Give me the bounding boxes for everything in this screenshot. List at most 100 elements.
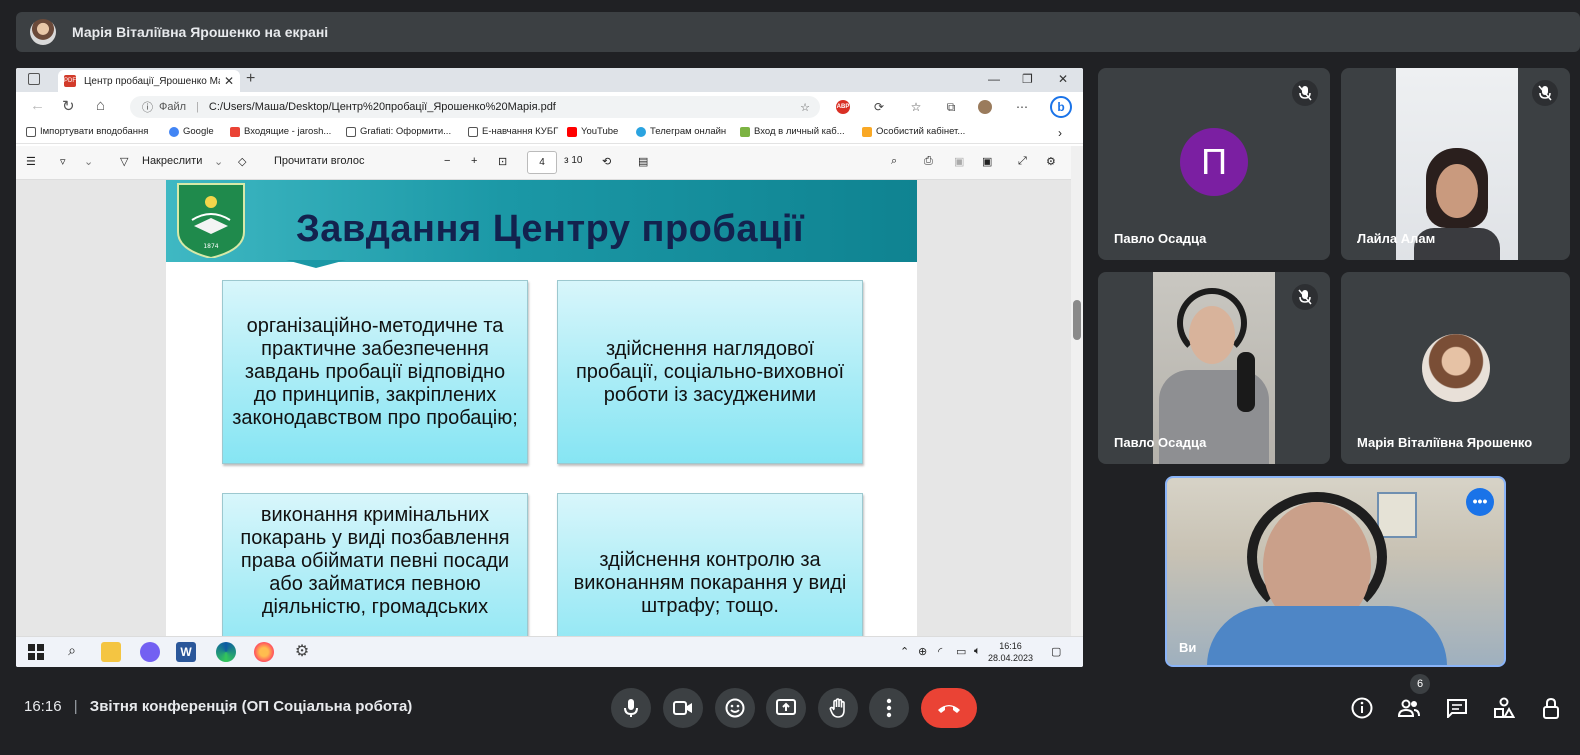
chevron-down-icon[interactable]: ⌄: [214, 155, 223, 168]
bookmark-grafiati[interactable]: Grafiati: Оформити...: [346, 126, 451, 137]
participant-tile[interactable]: Павло Осадца: [1098, 272, 1330, 464]
bookmark-import[interactable]: Імпортувати вподобання: [26, 126, 148, 137]
favorite-star-icon[interactable]: ☆: [800, 101, 810, 114]
host-controls-button[interactable]: [1540, 696, 1564, 720]
participant-tile[interactable]: Лайла Алам: [1341, 68, 1570, 260]
meeting-info: 16:16 | Звітня конференція (ОП Соціальна…: [24, 698, 412, 715]
adblock-icon[interactable]: ABP: [836, 100, 850, 114]
bookmark-personal-cabinet[interactable]: Особистий кабінет...: [862, 126, 965, 137]
url-separator: |: [196, 101, 199, 113]
bing-icon[interactable]: b: [1050, 96, 1072, 118]
highlight-icon[interactable]: ▿: [60, 155, 66, 168]
tray-app-icon[interactable]: ⊕: [918, 645, 927, 658]
fullscreen-icon[interactable]: ⤢: [1018, 155, 1027, 168]
fit-page-icon[interactable]: ⊡: [498, 155, 507, 168]
pdf-viewer[interactable]: 1874 Завдання Центру пробації організаці…: [16, 180, 1071, 636]
close-window-icon[interactable]: ✕: [1058, 72, 1068, 86]
page-number-input[interactable]: 4: [527, 151, 557, 174]
info-icon: [1351, 697, 1373, 719]
task-box-3: виконання кримінальних покарань у виді п…: [222, 493, 528, 636]
print-icon[interactable]: ⎙: [924, 155, 933, 168]
back-icon[interactable]: ←: [30, 97, 45, 114]
search-icon[interactable]: ⌕: [891, 155, 897, 168]
participant-tile[interactable]: Марія Віталіївна Ярошенко: [1341, 272, 1570, 464]
draw-button[interactable]: Накреслити: [142, 155, 202, 167]
home-icon[interactable]: ⌂: [96, 97, 105, 114]
more-options-button[interactable]: [869, 688, 909, 728]
refresh-icon[interactable]: ↻: [62, 97, 75, 115]
volume-icon[interactable]: 🔈︎: [974, 645, 981, 658]
zoom-in-icon[interactable]: +: [471, 155, 477, 167]
maximize-icon[interactable]: ❐: [1022, 72, 1033, 86]
extension-icon[interactable]: ⟳: [872, 100, 886, 114]
file-explorer-icon[interactable]: [101, 642, 121, 662]
task-text: виконання кримінальних покарань у виді п…: [240, 504, 510, 618]
url-field[interactable]: ⓘ Файл | C:/Users/Маша/Desktop/Центр%20п…: [130, 96, 820, 118]
word-icon[interactable]: W: [176, 642, 196, 662]
scrollbar-thumb[interactable]: [1073, 300, 1081, 340]
people-button[interactable]: [1397, 696, 1421, 720]
chat-icon: [1447, 699, 1467, 718]
collections-icon[interactable]: ⧉: [944, 100, 958, 114]
favorites-icon[interactable]: ☆: [909, 100, 923, 114]
bookmark-cabinet-login[interactable]: Вход в личный каб...: [740, 126, 845, 137]
tab-actions-icon[interactable]: [28, 73, 40, 85]
participant-tile[interactable]: П Павло Осадца: [1098, 68, 1330, 260]
battery-icon[interactable]: ▭: [956, 645, 966, 658]
search-icon[interactable]: ⌕: [62, 642, 82, 662]
eraser-icon[interactable]: ◇: [238, 155, 246, 168]
self-view-tile[interactable]: ••• Ви: [1165, 476, 1506, 667]
bookmark-e-learning[interactable]: E-навчання КУБГ: [468, 126, 558, 137]
slide-title: Завдання Центру пробації: [296, 208, 805, 250]
new-tab-icon[interactable]: +: [246, 70, 255, 88]
microphone-icon: [624, 699, 638, 717]
emoji-reaction-button[interactable]: [715, 688, 755, 728]
bookmarks-more-icon[interactable]: ›: [1058, 126, 1062, 140]
pdf-toolbar: ☰ ▿ ⌄ ▽ Накреслити ⌄ ◇ Прочитати вголос …: [16, 146, 1071, 180]
present-screen-button[interactable]: [766, 688, 806, 728]
bookmark-telegram[interactable]: Телеграм онлайн: [636, 126, 726, 137]
more-options-icon[interactable]: •••: [1466, 488, 1494, 516]
leave-call-button[interactable]: [921, 688, 977, 728]
wifi-icon[interactable]: ◜: [938, 645, 942, 658]
edge-icon[interactable]: [216, 642, 236, 662]
firefox-icon[interactable]: [254, 642, 274, 662]
settings-gear-icon[interactable]: ⚙: [292, 642, 312, 662]
present-screen-icon: [776, 699, 796, 715]
participant-name: Марія Віталіївна Ярошенко: [1357, 435, 1533, 450]
taskbar-clock[interactable]: 16:16 28.04.2023: [988, 640, 1033, 664]
contents-icon[interactable]: ☰: [26, 155, 36, 168]
raise-hand-button[interactable]: [818, 688, 858, 728]
bookmark-gmail[interactable]: Входящие - jarosh...: [230, 126, 331, 137]
microphone-button[interactable]: [611, 688, 651, 728]
bookmark-label: YouTube: [581, 126, 619, 137]
minimize-icon[interactable]: —: [988, 72, 1000, 86]
profile-avatar-icon[interactable]: [978, 100, 992, 114]
bookmark-youtube[interactable]: YouTube: [567, 126, 618, 137]
viber-icon[interactable]: [140, 642, 160, 662]
address-bar-row: ← ↻ ⌂ ⓘ Файл | C:/Users/Маша/Desktop/Цен…: [16, 92, 1083, 122]
chevron-down-icon[interactable]: ⌄: [84, 155, 93, 168]
task-text: здійснення контролю за виконанням покара…: [573, 549, 847, 617]
notifications-icon[interactable]: ▢: [1051, 645, 1061, 658]
browser-tab[interactable]: PDF Центр пробації_Ярошенко Мар ✕: [58, 70, 240, 92]
more-icon[interactable]: ⋯: [1015, 100, 1029, 114]
bookmark-google[interactable]: Google: [169, 126, 214, 137]
pdf-scrollbar[interactable]: [1071, 146, 1083, 636]
page-view-icon[interactable]: ▤: [638, 155, 648, 168]
camera-button[interactable]: [663, 688, 703, 728]
close-tab-icon[interactable]: ✕: [224, 74, 234, 88]
chat-button[interactable]: [1445, 696, 1469, 720]
slide-header: 1874 Завдання Центру пробації: [166, 180, 917, 268]
settings-gear-icon[interactable]: ⚙: [1046, 155, 1056, 168]
save-icon[interactable]: ▣: [954, 155, 964, 168]
activities-button[interactable]: [1492, 696, 1516, 720]
rotate-icon[interactable]: ⟲: [602, 155, 611, 168]
windows-start-icon[interactable]: [26, 642, 46, 662]
zoom-out-icon[interactable]: −: [444, 155, 450, 167]
browser-tab-bar: PDF Центр пробації_Ярошенко Мар ✕ + — ❐ …: [16, 68, 1083, 92]
save-as-icon[interactable]: ▣: [982, 155, 992, 168]
read-aloud-button[interactable]: Прочитати вголос: [274, 155, 364, 167]
meeting-details-button[interactable]: [1350, 696, 1374, 720]
tray-chevron-icon[interactable]: ⌃: [900, 645, 909, 658]
